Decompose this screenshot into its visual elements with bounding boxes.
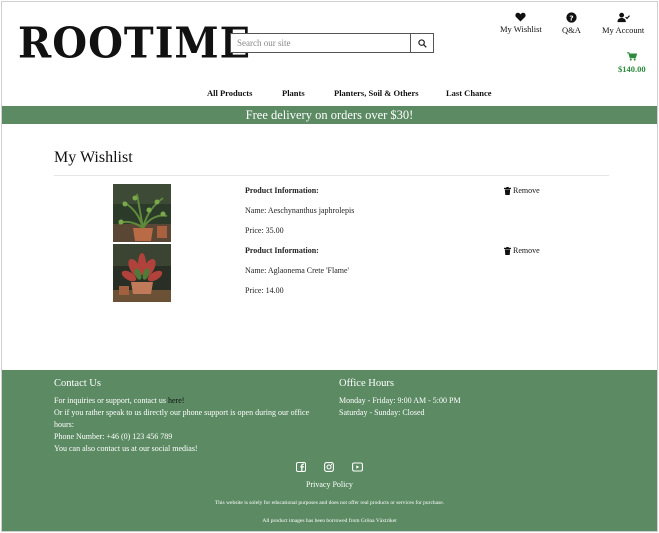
youtube-icon[interactable] bbox=[352, 462, 363, 472]
nav-last-chance[interactable]: Last Chance bbox=[446, 88, 492, 98]
remove-button[interactable]: Remove bbox=[504, 186, 540, 195]
search-bar bbox=[230, 33, 435, 53]
contact-link[interactable]: here! bbox=[168, 396, 184, 405]
product-info-label: Product Information: bbox=[245, 186, 319, 195]
user-check-icon bbox=[617, 12, 630, 23]
site-footer: Contact Us For inquiries or support, con… bbox=[2, 370, 657, 531]
svg-text:?: ? bbox=[569, 13, 573, 22]
divider bbox=[54, 175, 609, 176]
phone-support-text: Or if you rather speak to us directly ou… bbox=[54, 408, 310, 429]
trash-icon bbox=[504, 186, 511, 195]
page-frame: ROOTIME My Wishlist ? Q&A My Account $14… bbox=[1, 1, 658, 532]
qa-label: Q&A bbox=[562, 25, 581, 35]
phone-number: Phone Number: +46 (0) 123 456 789 bbox=[54, 432, 173, 441]
remove-label: Remove bbox=[513, 186, 540, 195]
disclaimer: This website is solely for educational p… bbox=[214, 500, 445, 506]
wishlist-label: My Wishlist bbox=[500, 24, 542, 34]
images-credit: All product images has been borrowed fro… bbox=[262, 518, 397, 524]
contact-title: Contact Us bbox=[54, 378, 101, 389]
instagram-icon[interactable] bbox=[324, 462, 334, 472]
qa-link[interactable]: ? Q&A bbox=[562, 12, 581, 35]
search-icon bbox=[417, 38, 427, 48]
question-icon: ? bbox=[566, 12, 577, 23]
product-name: Name: Aeschynanthus japhrolepis bbox=[245, 206, 355, 215]
contact-text: For inquiries or support, contact us her… bbox=[54, 395, 324, 455]
facebook-icon[interactable] bbox=[296, 462, 306, 472]
product-name: Name: Aglaonema Crete 'Flame' bbox=[245, 266, 349, 275]
nav-planters-soil-others[interactable]: Planters, Soil & Others bbox=[334, 88, 419, 98]
search-button[interactable] bbox=[410, 33, 434, 53]
social-links bbox=[2, 462, 657, 472]
page-title: My Wishlist bbox=[54, 149, 133, 166]
hours-weekday: Monday - Friday: 9:00 AM - 5:00 PM bbox=[339, 396, 461, 405]
product-image[interactable] bbox=[113, 244, 171, 302]
remove-button[interactable]: Remove bbox=[504, 246, 540, 255]
hours-text: Monday - Friday: 9:00 AM - 5:00 PM Satur… bbox=[339, 395, 461, 419]
product-info-label: Product Information: bbox=[245, 246, 319, 255]
product-price: Price: 14.00 bbox=[245, 286, 284, 295]
wishlist-item: Product Information: Name: Aeschynanthus… bbox=[2, 184, 657, 242]
wishlist-item: Product Information: Name: Aglaonema Cre… bbox=[2, 244, 657, 302]
account-label: My Account bbox=[602, 25, 645, 35]
trash-icon bbox=[504, 246, 511, 255]
wishlist-link[interactable]: My Wishlist bbox=[500, 12, 542, 34]
remove-label: Remove bbox=[513, 246, 540, 255]
cart-link[interactable]: $140.00 bbox=[618, 52, 646, 74]
privacy-policy-link[interactable]: Privacy Policy bbox=[2, 480, 657, 489]
site-logo[interactable]: ROOTIME bbox=[18, 20, 251, 67]
heart-icon bbox=[515, 12, 526, 22]
product-image[interactable] bbox=[113, 184, 171, 242]
main-nav: All Products Plants Planters, Soil & Oth… bbox=[2, 88, 657, 100]
contact-line: For inquiries or support, contact us bbox=[54, 396, 168, 405]
product-price: Price: 35.00 bbox=[245, 226, 284, 235]
delivery-banner: Free delivery on orders over $30! bbox=[2, 106, 657, 124]
cart-icon bbox=[626, 52, 637, 61]
hours-title: Office Hours bbox=[339, 378, 394, 389]
nav-plants[interactable]: Plants bbox=[282, 88, 305, 98]
hours-weekend: Saturday - Sunday: Closed bbox=[339, 408, 425, 417]
nav-all-products[interactable]: All Products bbox=[207, 88, 252, 98]
social-media-text: You can also contact us at our social me… bbox=[54, 444, 198, 453]
account-link[interactable]: My Account bbox=[602, 12, 644, 35]
search-input[interactable] bbox=[230, 33, 410, 53]
cart-total: $140.00 bbox=[618, 64, 646, 74]
